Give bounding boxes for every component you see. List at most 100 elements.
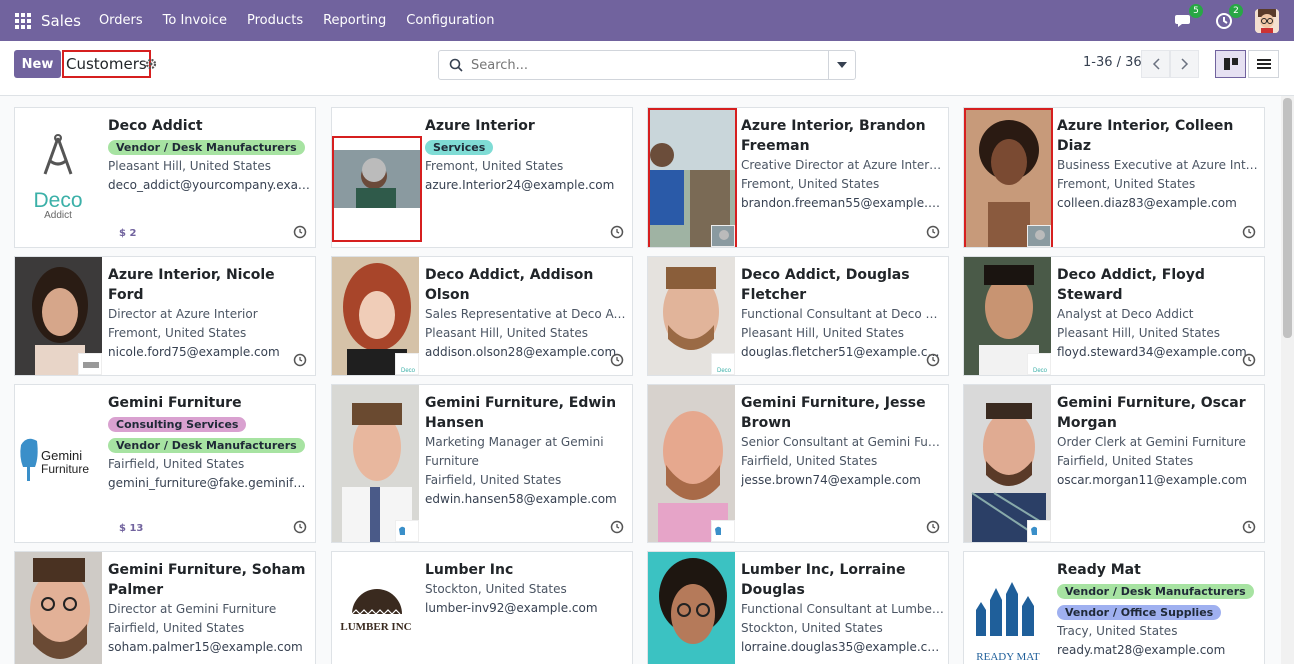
card-address: Fairfield, United States — [425, 473, 562, 487]
gear-icon[interactable] — [145, 58, 157, 70]
kanban-card[interactable]: Gemini Furniture, Soham Palmer Director … — [14, 551, 316, 664]
page-title: Customers — [62, 50, 151, 78]
new-button[interactable]: New — [14, 50, 61, 78]
kanban-card[interactable]: Gemini Furniture, Jesse Brown Senior Con… — [647, 384, 949, 543]
gemini-logo-sub: Furniture — [41, 462, 89, 476]
kanban-card[interactable]: Deco Deco Addict, Douglas Fletcher Funct… — [647, 256, 949, 376]
card-address: Fremont, United States — [1057, 177, 1196, 191]
contact-photo — [15, 552, 102, 664]
card-title: Lumber Inc, Lorraine Douglas — [741, 562, 906, 598]
card-body: Gemini Furniture, Jesse Brown Senior Con… — [741, 393, 944, 490]
kanban-card[interactable]: Gemini Furniture Gemini Furniture Consul… — [14, 384, 316, 543]
card-body: Gemini Furniture, Oscar Morgan Order Cle… — [1057, 393, 1260, 490]
kanban-card[interactable]: Azure Interior Services Fremont, United … — [331, 107, 633, 248]
kanban-card[interactable]: Azure Interior, Brandon Freeman Creative… — [647, 107, 949, 248]
activity-clock-icon[interactable] — [293, 225, 307, 239]
activity-clock-icon[interactable] — [610, 353, 624, 367]
deco-logo-word: Deco — [33, 189, 82, 212]
kanban-card[interactable]: Gemini Furniture, Oscar Morgan Order Cle… — [963, 384, 1265, 543]
card-email: soham.palmer15@example.com — [108, 640, 303, 654]
contact-photo — [332, 136, 422, 242]
kanban-card[interactable]: READY MAT Ready Mat Vendor / Desk Manufa… — [963, 551, 1265, 664]
card-function: Order Clerk at Gemini Furniture — [1057, 435, 1246, 449]
card-body: Gemini Furniture Consulting Services Ven… — [108, 393, 311, 493]
card-title: Gemini Furniture, Jesse Brown — [741, 395, 926, 431]
search-input[interactable] — [471, 57, 811, 73]
card-function: Functional Consultant at Deco Addict — [741, 307, 944, 321]
card-address: Tracy, United States — [1057, 624, 1178, 638]
pager-value[interactable]: 1-36 / 36 — [1083, 55, 1142, 70]
card-title: Azure Interior, Nicole Ford — [108, 267, 275, 303]
activity-clock-icon[interactable] — [1242, 225, 1256, 239]
menu-to-invoice[interactable]: To Invoice — [153, 13, 237, 28]
card-body: Azure Interior, Nicole Ford Director at … — [108, 265, 311, 362]
activity-clock-icon[interactable] — [926, 353, 940, 367]
card-address: Pleasant Hill, United States — [108, 159, 271, 173]
sales-count[interactable]: $ 2 — [119, 228, 136, 239]
kanban-card[interactable]: Lumber Inc, Lorraine Douglas Functional … — [647, 551, 949, 664]
vertical-scrollbar[interactable] — [1281, 96, 1294, 664]
kanban-card[interactable]: Deco Deco Addict, Addison Olson Sales Re… — [331, 256, 633, 376]
kanban-icon — [1223, 58, 1238, 70]
scrollbar-thumb[interactable] — [1283, 98, 1292, 338]
activities-button[interactable]: 2 — [1215, 3, 1243, 30]
company-mini-logo — [711, 520, 735, 542]
deco-logo-sub: Addict — [44, 210, 72, 221]
card-title: Gemini Furniture, Soham Palmer — [108, 562, 306, 598]
card-title: Deco Addict, Douglas Fletcher — [741, 267, 910, 303]
tag: Vendor / Desk Manufacturers — [1057, 584, 1254, 599]
app-brand[interactable]: Sales — [41, 12, 81, 30]
company-mini-logo — [711, 225, 735, 247]
menu-products[interactable]: Products — [237, 13, 313, 28]
activity-clock-icon[interactable] — [610, 520, 624, 534]
activity-clock-icon[interactable] — [1242, 353, 1256, 367]
activity-clock-icon[interactable] — [293, 353, 307, 367]
pager-next-button[interactable] — [1170, 50, 1199, 78]
kanban-view-button[interactable] — [1215, 50, 1246, 78]
activity-clock-icon[interactable] — [1242, 520, 1256, 534]
card-function: Director at Azure Interior — [108, 307, 258, 321]
apps-menu-icon[interactable] — [15, 12, 31, 29]
chevron-left-icon — [1152, 58, 1160, 70]
card-title: Gemini Furniture, Oscar Morgan — [1057, 395, 1246, 431]
card-body: Deco Addict, Addison Olson Sales Represe… — [425, 265, 628, 362]
card-title: Deco Addict, Floyd Steward — [1057, 267, 1205, 303]
chevron-right-icon — [1180, 58, 1188, 70]
sales-count[interactable]: $ 13 — [119, 523, 143, 534]
search-options-toggle[interactable] — [828, 51, 855, 79]
menu-reporting[interactable]: Reporting — [313, 13, 396, 28]
activity-clock-icon[interactable] — [293, 520, 307, 534]
caret-down-icon — [837, 62, 847, 68]
card-address: Pleasant Hill, United States — [1057, 326, 1220, 340]
contact-photo: Deco — [648, 257, 735, 375]
kanban-card[interactable]: Deco Addict Deco Addict Vendor / Desk Ma… — [14, 107, 316, 248]
activity-clock-icon[interactable] — [610, 225, 624, 239]
card-body: Deco Addict, Floyd Steward Analyst at De… — [1057, 265, 1260, 362]
kanban-view: Deco Addict Deco Addict Vendor / Desk Ma… — [0, 96, 1278, 664]
card-title: Lumber Inc — [425, 562, 514, 578]
card-title: Gemini Furniture, Edwin Hansen — [425, 395, 617, 431]
kanban-card[interactable]: Azure Interior, Colleen Diaz Business Ex… — [963, 107, 1265, 248]
top-navbar: Sales Orders To Invoice Products Reporti… — [0, 0, 1294, 41]
company-logo: READY MAT — [964, 552, 1051, 664]
card-address: Fremont, United States — [741, 177, 880, 191]
kanban-card[interactable]: Gemini Furniture, Edwin Hansen Marketing… — [331, 384, 633, 543]
card-email: colleen.diaz83@example.com — [1057, 196, 1237, 210]
svg-text:Deco: Deco — [717, 368, 732, 374]
menu-configuration[interactable]: Configuration — [396, 13, 504, 28]
kanban-card[interactable]: LUMBER INC Lumber Inc Stockton, United S… — [331, 551, 633, 664]
menu-orders[interactable]: Orders — [89, 13, 153, 28]
kanban-card[interactable]: Azure Interior, Nicole Ford Director at … — [14, 256, 316, 376]
activity-clock-icon[interactable] — [926, 520, 940, 534]
user-avatar[interactable] — [1255, 8, 1279, 33]
card-body: Lumber Inc Stockton, United States lumbe… — [425, 560, 628, 618]
list-view-button[interactable] — [1248, 50, 1279, 78]
messages-button[interactable]: 5 — [1175, 3, 1203, 30]
card-email: ready.mat28@example.com — [1057, 643, 1226, 657]
card-body: Gemini Furniture, Edwin Hansen Marketing… — [425, 393, 628, 509]
card-function: Marketing Manager at Gemini Furniture — [425, 435, 604, 468]
pager-previous-button[interactable] — [1141, 50, 1170, 78]
card-address: Fairfield, United States — [741, 454, 878, 468]
activity-clock-icon[interactable] — [926, 225, 940, 239]
kanban-card[interactable]: Deco Deco Addict, Floyd Steward Analyst … — [963, 256, 1265, 376]
